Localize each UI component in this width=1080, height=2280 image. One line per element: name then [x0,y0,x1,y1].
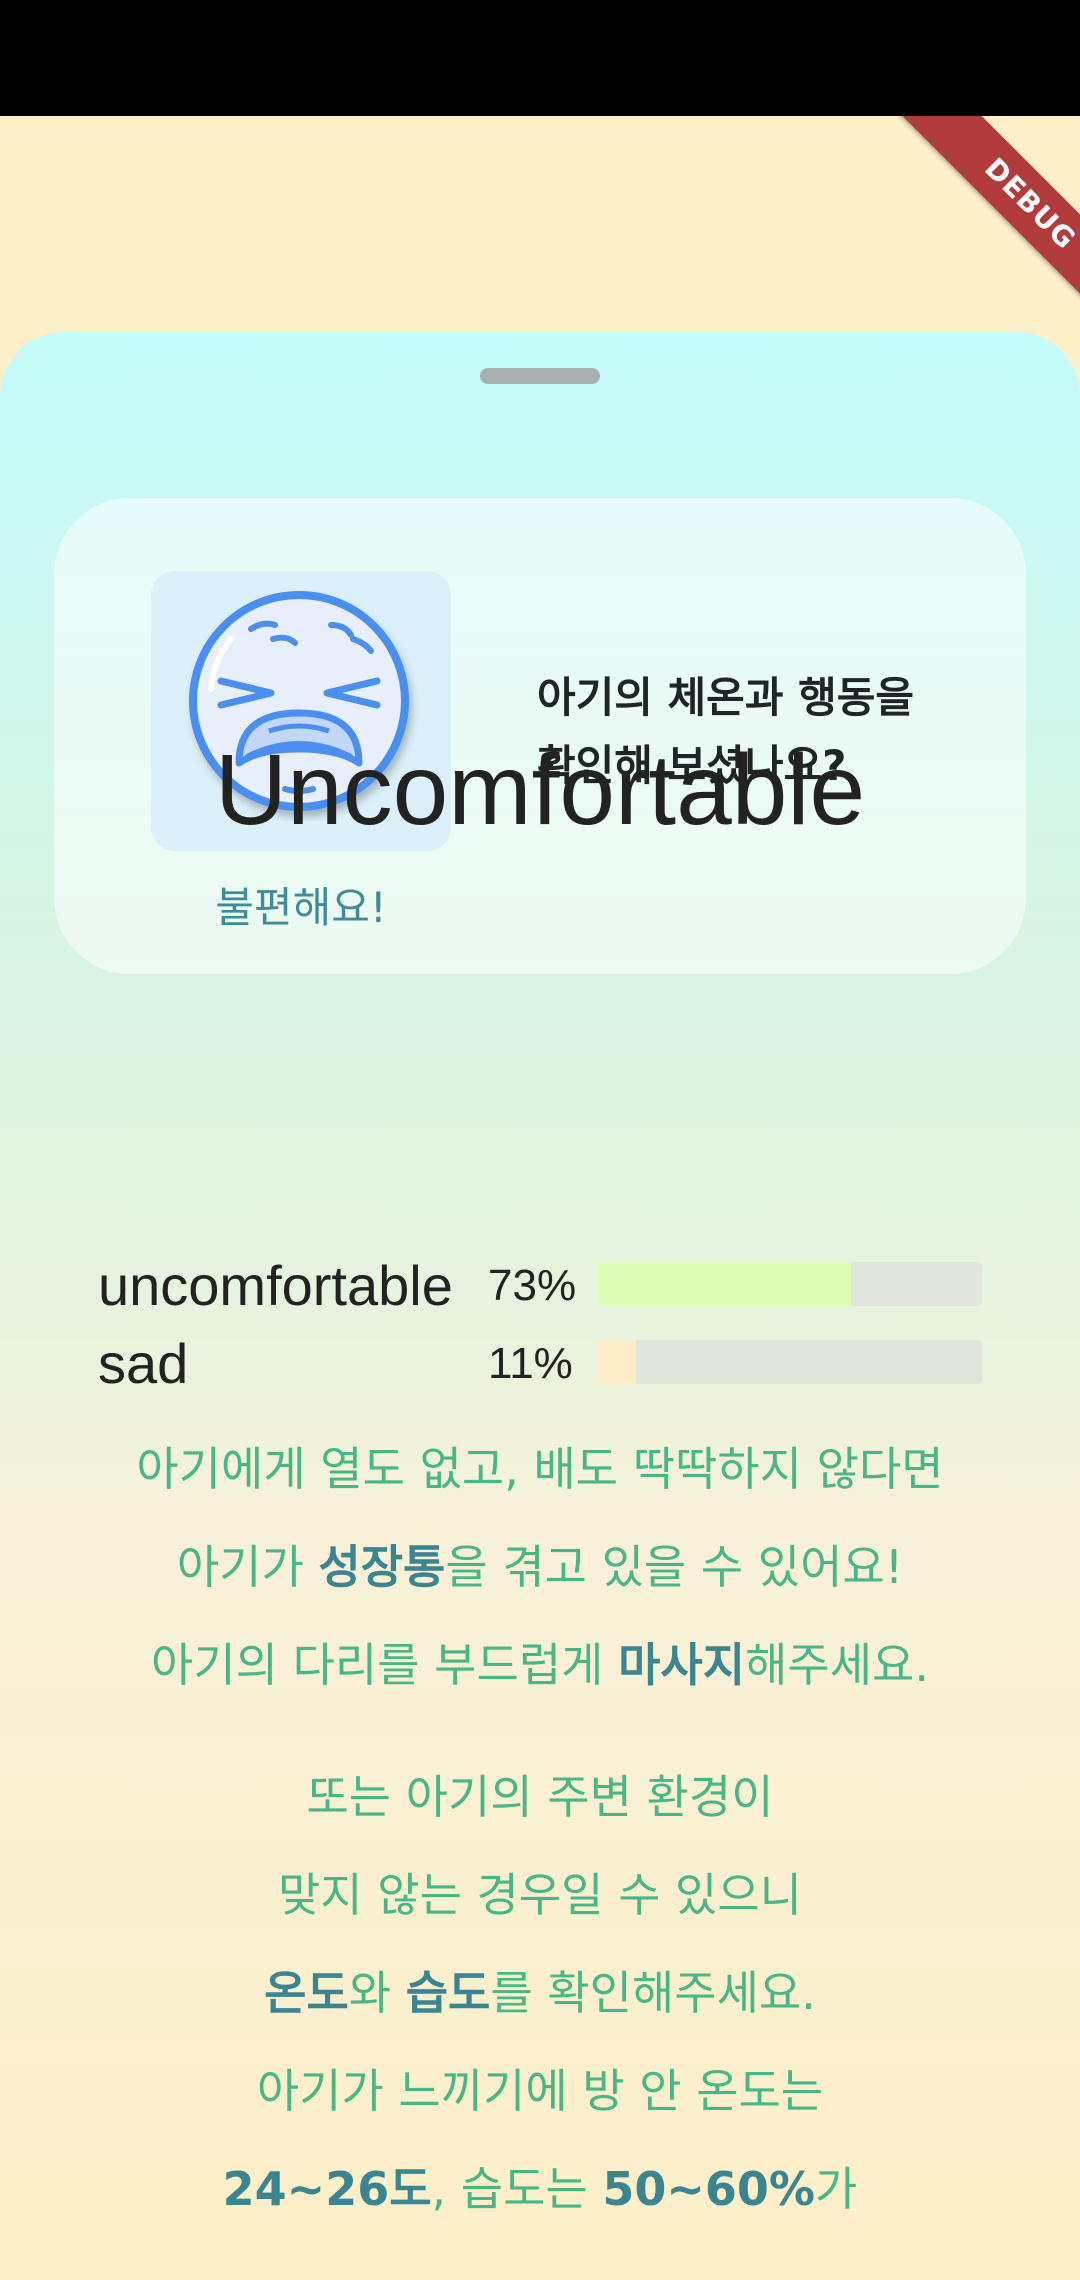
advice-emphasis: 마사지 [618,1638,746,1692]
advice-text-span: 아기가 느끼기에 방 안 온도는 [256,2064,824,2118]
advice-text-span: 아기의 다리를 부드럽게 [151,1638,619,1692]
probability-row: uncomfortable 73% [98,1258,982,1314]
status-bar [0,0,1080,116]
advice-emphasis: 50~60% [602,2162,816,2216]
debug-banner: DEBUG [880,116,1080,316]
advice-text-span: 맞지 않는 경우일 수 있으니 [277,1868,802,1922]
probability-percent: 11% [488,1339,573,1388]
advice-text-span: 와 [348,1966,406,2020]
probability-label: sad [98,1332,189,1395]
advice-emphasis: 성장통 [318,1540,446,1594]
advice-text-span: 을 겪고 있을 수 있어요! [445,1540,904,1594]
advice-text-span: 아기에게 열도 없고, 배도 딱딱하지 않다면 [136,1442,944,1496]
probability-bar-fill [598,1262,852,1306]
card-question-line: 아기의 체온과 행동을 [537,673,915,722]
advice-line: 아기에게 열도 없고, 배도 딱딱하지 않다면 [0,1420,1080,1518]
advice-text-span: 또는 아기의 주변 환경이 [306,1770,774,1824]
probability-percent: 73% [488,1261,577,1310]
drag-handle[interactable] [480,368,600,384]
probability-row: sad 11% [98,1336,982,1392]
result-title: Uncomfortable [214,734,866,846]
advice-line: 또는 아기의 주변 환경이 [0,1748,1080,1846]
advice-line: 아기의 다리를 부드럽게 마사지해주세요. [0,1616,1080,1714]
debug-banner-label: DEBUG [897,116,1080,316]
advice-text-span: , 습도는 [431,2162,603,2216]
advice-text-span: 가 [815,2162,858,2216]
advice-line: 온도와 습도를 확인해주세요. [0,1944,1080,2042]
advice-emphasis: 24~26도 [222,2162,432,2216]
advice-emphasis: 온도 [264,1966,349,2020]
probability-bar-track [598,1262,982,1306]
probability-bar-track [598,1340,982,1384]
advice-line: 맞지 않는 경우일 수 있으니 [0,1846,1080,1944]
advice-line: 아기가 성장통을 겪고 있을 수 있어요! [0,1518,1080,1616]
advice-text-span: 아기가 [176,1540,319,1594]
advice-text-span: 를 확인해주세요. [490,1966,816,2020]
advice-text-span: 해주세요. [745,1638,929,1692]
advice-line: 24~26도, 습도는 50~60%가 [0,2140,1080,2238]
advice-text: 아기에게 열도 없고, 배도 딱딱하지 않다면 아기가 성장통을 겪고 있을 수… [0,1420,1080,2238]
advice-line: 아기가 느끼기에 방 안 온도는 [0,2042,1080,2140]
probability-bar-fill [598,1340,637,1384]
advice-emphasis: 습도 [405,1966,491,2020]
probability-label: uncomfortable [98,1254,453,1317]
emoji-label: 불편해요! [215,883,387,932]
